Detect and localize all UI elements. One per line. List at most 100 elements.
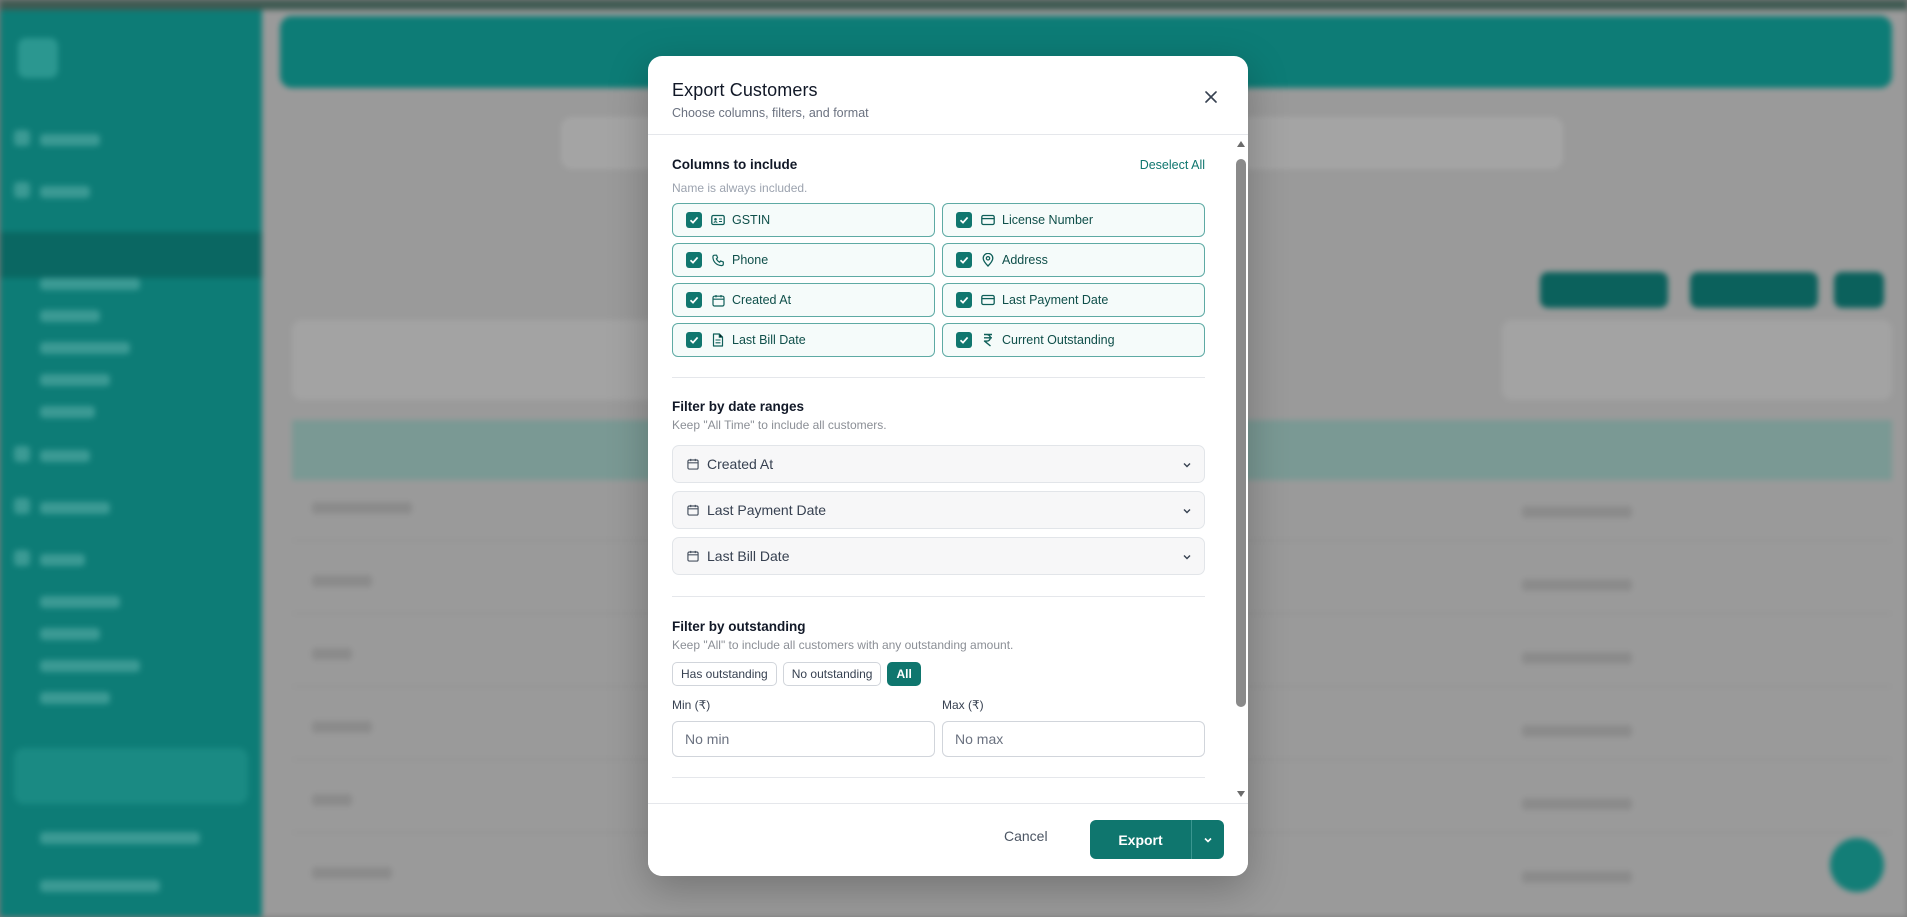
sidebar-icon: [14, 130, 30, 146]
table-cell: [1522, 652, 1632, 664]
date-filter-created-at[interactable]: Created At: [672, 445, 1205, 483]
chevron-down-icon: [1183, 463, 1191, 468]
column-option-label: GSTIN: [732, 213, 771, 227]
sidebar-item: [40, 450, 90, 462]
outstanding-filter-hint: Keep "All" to include all customers with…: [672, 638, 1014, 652]
checkbox-checked[interactable]: [686, 212, 702, 228]
chevron-down-icon: [1204, 837, 1212, 843]
table-cell: [1522, 725, 1632, 737]
max-label: Max (₹): [942, 698, 984, 712]
sidebar-item: [40, 310, 100, 322]
sidebar-icon: [14, 550, 30, 566]
phone-icon: [710, 252, 726, 268]
min-input[interactable]: [672, 721, 935, 757]
sidebar-active-item: [0, 232, 262, 278]
sidebar-item: [40, 628, 100, 640]
header-button: [1834, 272, 1884, 308]
date-filter-last-bill-date[interactable]: Last Bill Date: [672, 537, 1205, 575]
table-cell: [312, 648, 352, 660]
scroll-content: Columns to include Deselect All Name is …: [672, 135, 1205, 778]
sidebar-item: [40, 134, 100, 146]
column-option-address[interactable]: Address: [942, 243, 1205, 277]
user-card: [14, 748, 248, 804]
columns-section-title: Columns to include: [672, 157, 798, 172]
checkbox-checked[interactable]: [686, 292, 702, 308]
sidebar-icon: [14, 182, 30, 198]
sidebar-item: [40, 554, 85, 566]
table-cell: [1522, 579, 1632, 591]
column-option-phone[interactable]: Phone: [672, 243, 935, 277]
sidebar-item: [40, 342, 130, 354]
table-cell: [312, 575, 372, 587]
close-button[interactable]: [1202, 88, 1220, 106]
sidebar-icon: [14, 498, 30, 514]
floating-action-button: [1830, 838, 1884, 892]
modal-subtitle: Choose columns, filters, and format: [672, 106, 869, 120]
scroll-up-arrow-icon[interactable]: [1236, 139, 1246, 149]
column-option-label: Phone: [732, 253, 769, 267]
section-divider: [672, 777, 1205, 778]
header-button: [1540, 272, 1668, 308]
date-filter-label: Last Payment Date: [707, 502, 827, 518]
checkbox-checked[interactable]: [956, 252, 972, 268]
stat-card: [292, 320, 662, 400]
checkbox-checked[interactable]: [686, 252, 702, 268]
scrollbar-thumb[interactable]: [1236, 159, 1246, 707]
sidebar-item: [40, 692, 110, 704]
table-cell: [312, 794, 352, 806]
sidebar: [0, 10, 262, 917]
columns-grid: GSTIN License Number Phone Address Creat…: [672, 203, 1205, 357]
checkbox-checked[interactable]: [956, 212, 972, 228]
header-button: [1690, 272, 1818, 308]
columns-hint: Name is always included.: [672, 181, 808, 195]
rupee-icon: [980, 332, 996, 348]
sidebar-item: [40, 660, 140, 672]
sidebar-item: [40, 278, 140, 290]
cancel-button[interactable]: Cancel: [1004, 828, 1048, 844]
document-icon: [710, 332, 726, 348]
column-option-current-outstanding[interactable]: Current Outstanding: [942, 323, 1205, 357]
sidebar-item: [40, 596, 120, 608]
columns-section-header: Columns to include Deselect All: [672, 157, 1205, 172]
calendar-icon: [710, 292, 726, 308]
sidebar-item: [40, 832, 200, 844]
table-cell: [1522, 506, 1632, 518]
option-all[interactable]: All: [887, 662, 921, 686]
export-options-button[interactable]: [1191, 820, 1224, 859]
scroll-down-arrow-icon[interactable]: [1236, 789, 1246, 799]
app-logo: [18, 38, 58, 78]
option-has-outstanding[interactable]: Has outstanding: [672, 662, 777, 686]
column-option-last-payment-date[interactable]: Last Payment Date: [942, 283, 1205, 317]
column-option-last-bill-date[interactable]: Last Bill Date: [672, 323, 935, 357]
date-filter-label: Last Bill Date: [707, 548, 790, 564]
chevron-down-icon: [1183, 509, 1191, 514]
max-input[interactable]: [942, 721, 1205, 757]
table-cell: [312, 867, 392, 879]
map-pin-icon: [980, 252, 996, 268]
export-button[interactable]: Export: [1090, 820, 1191, 859]
modal-body: Columns to include Deselect All Name is …: [648, 135, 1248, 803]
table-cell: [312, 721, 372, 733]
date-filter-label: Created At: [707, 456, 774, 472]
column-option-license-number[interactable]: License Number: [942, 203, 1205, 237]
scrollbar[interactable]: [1234, 135, 1248, 803]
column-option-label: Created At: [732, 293, 792, 307]
deselect-all-button[interactable]: Deselect All: [1140, 158, 1205, 172]
date-filter-last-payment-date[interactable]: Last Payment Date: [672, 491, 1205, 529]
calendar-icon: [687, 458, 699, 470]
option-no-outstanding[interactable]: No outstanding: [782, 662, 882, 686]
date-filter-title: Filter by date ranges: [672, 399, 805, 414]
column-option-created-at[interactable]: Created At: [672, 283, 935, 317]
checkbox-checked[interactable]: [956, 292, 972, 308]
credit-card-icon: [980, 212, 996, 228]
table-cell: [1522, 871, 1632, 883]
column-option-label: Current Outstanding: [1002, 333, 1115, 347]
chevron-down-icon: [1183, 555, 1191, 560]
credit-card-icon: [980, 292, 996, 308]
sidebar-item: [40, 406, 95, 418]
outstanding-range: Min (₹) Max (₹): [672, 698, 1205, 757]
min-field-group: Min (₹): [672, 698, 935, 757]
checkbox-checked[interactable]: [686, 332, 702, 348]
checkbox-checked[interactable]: [956, 332, 972, 348]
column-option-gstin[interactable]: GSTIN: [672, 203, 935, 237]
